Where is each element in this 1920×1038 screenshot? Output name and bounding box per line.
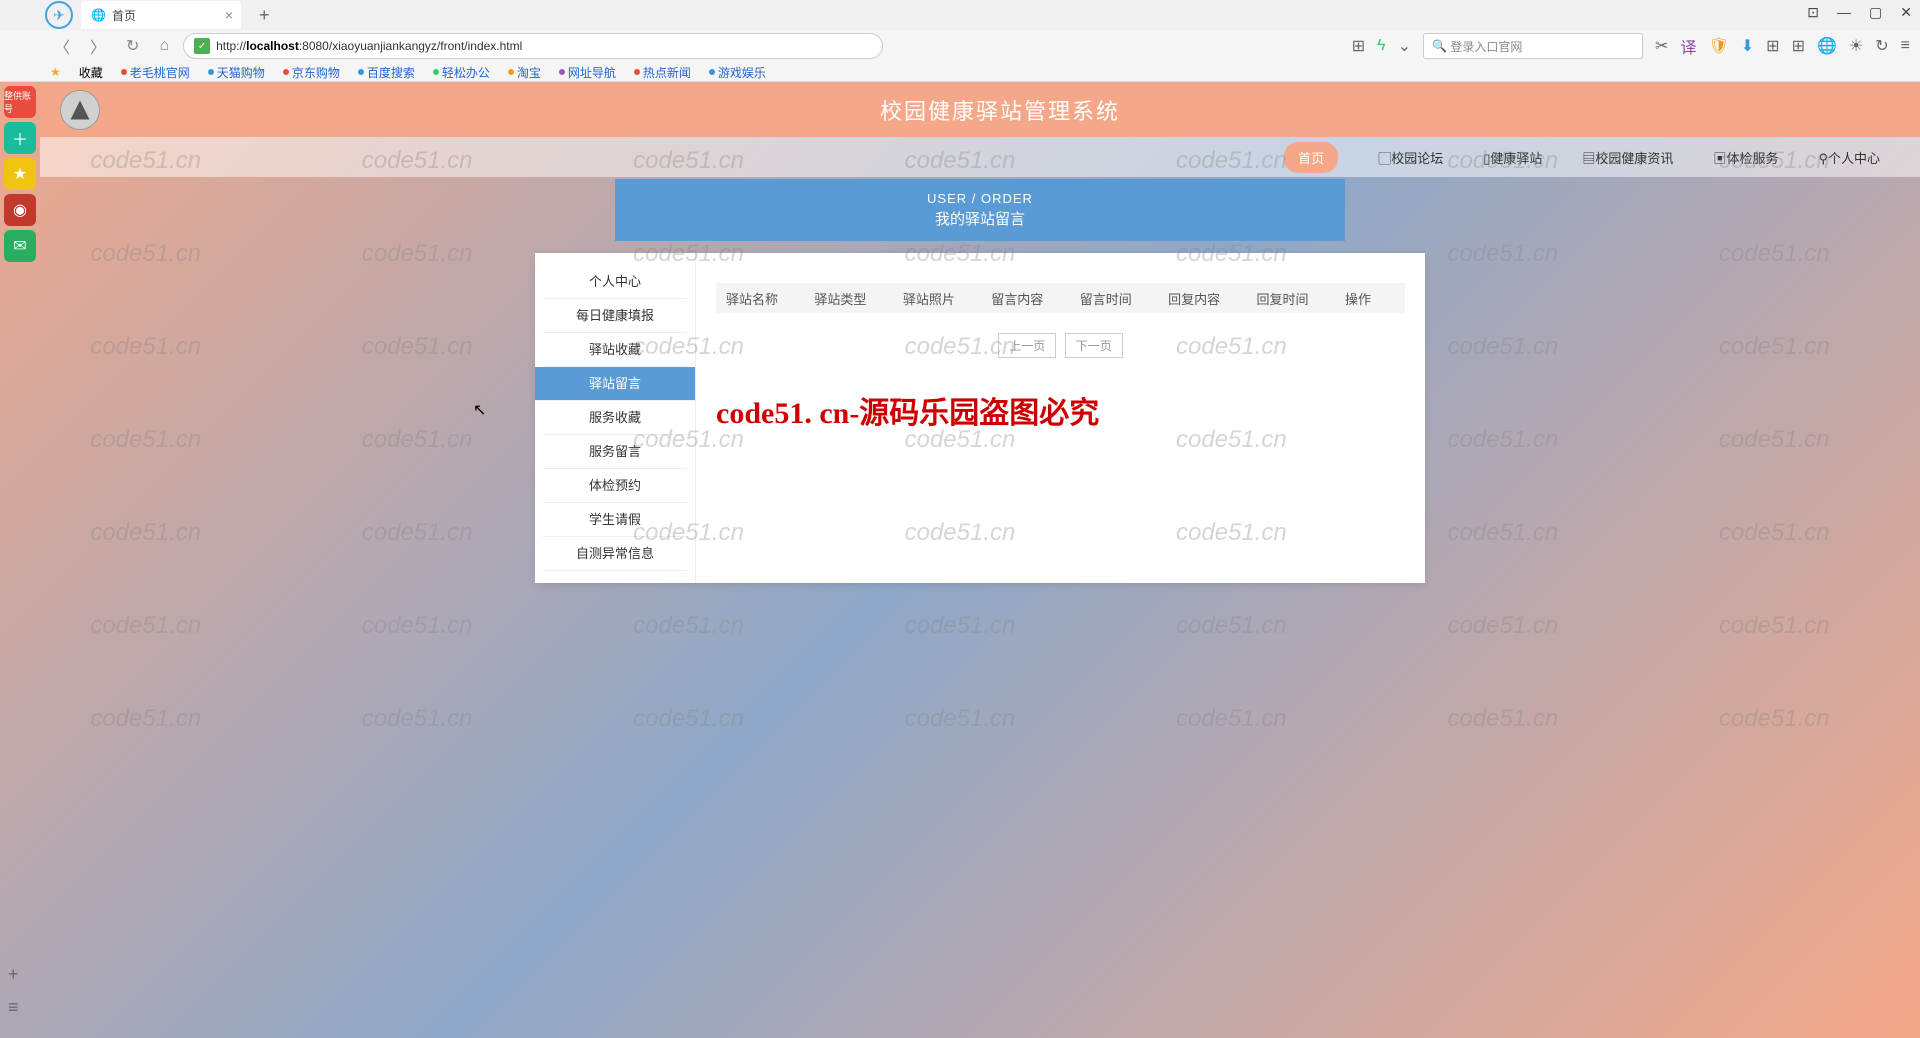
window-extra-icon[interactable]: ⊡ xyxy=(1807,4,1819,21)
apps-icon[interactable]: ⊞ xyxy=(1792,36,1805,56)
left-rail-bottom: + ≡ xyxy=(8,964,19,1018)
rail-badge[interactable]: 整供账号 xyxy=(4,86,36,118)
bookmark-item[interactable]: 京东购物 xyxy=(283,64,340,81)
translate-icon[interactable]: 译 xyxy=(1680,34,1696,58)
bookmark-item[interactable]: 轻松办公 xyxy=(433,64,490,81)
globe-icon: 🌐 xyxy=(91,8,106,22)
menu-profile[interactable]: 个人中心 xyxy=(543,265,687,299)
search-placeholder: 登录入口官网 xyxy=(1450,38,1522,55)
site-header: 校园健康驿站管理系统 xyxy=(40,82,1920,137)
rail-plus-icon[interactable]: ＋ xyxy=(4,122,36,154)
banner-cn: 我的驿站留言 xyxy=(615,208,1345,229)
menu-leave[interactable]: 学生请假 xyxy=(543,503,687,537)
side-menu: 个人中心 每日健康填报 驿站收藏 驿站留言 服务收藏 服务留言 体检预约 学生请… xyxy=(535,253,695,583)
content-main: 驿站名称 驿站类型 驿站照片 留言内容 留言时间 回复内容 回复时间 操作 上一… xyxy=(695,253,1425,583)
rail-star-icon[interactable]: ★ xyxy=(4,158,36,190)
flash-icon[interactable]: ϟ xyxy=(1377,37,1385,55)
tab-strip: ✈ 🌐 首页 × + ⊡ — ▢ ✕ xyxy=(0,0,1920,30)
nav-news[interactable]: ▤校园健康资讯 xyxy=(1582,148,1673,167)
tab-close-icon[interactable]: × xyxy=(225,7,233,23)
menu-station-fav[interactable]: 驿站收藏 xyxy=(543,333,687,367)
menu-service-fav[interactable]: 服务收藏 xyxy=(543,401,687,435)
nav-station[interactable]: ▯健康驿站 xyxy=(1483,148,1542,167)
browser-chrome: ✈ 🌐 首页 × + ⊡ — ▢ ✕ 〈 〉 ↻ ⌂ ✓ http://loca… xyxy=(0,0,1920,82)
bookmark-bar: ★ 收藏 老毛桃官网 天猫购物 京东购物 百度搜索 轻松办公 淘宝 网址导航 热… xyxy=(0,62,1920,82)
menu-selftest[interactable]: 自测异常信息 xyxy=(543,537,687,571)
section-banner: USER / ORDER 我的驿站留言 xyxy=(615,179,1345,241)
next-page-button[interactable]: 下一页 xyxy=(1065,333,1123,358)
bookmark-item[interactable]: 网址导航 xyxy=(559,64,616,81)
bookmark-item[interactable]: 老毛桃官网 xyxy=(121,64,190,81)
qr-icon[interactable]: ⊞ xyxy=(1352,36,1365,56)
puzzle-icon[interactable]: ⊞ xyxy=(1766,36,1779,56)
th-msg: 留言内容 xyxy=(991,289,1079,308)
pager: 上一页 下一页 xyxy=(716,333,1405,358)
chevron-down-icon[interactable]: ⌄ xyxy=(1398,36,1411,56)
menu-daily-report[interactable]: 每日健康填报 xyxy=(543,299,687,333)
address-row: 〈 〉 ↻ ⌂ ✓ http://localhost:8080/xiaoyuan… xyxy=(0,30,1920,62)
forward-button[interactable]: 〉 xyxy=(84,34,112,58)
rail-mail-icon[interactable]: ✉ xyxy=(4,230,36,262)
menu-service-msg[interactable]: 服务留言 xyxy=(543,435,687,469)
site-title: 校园健康驿站管理系统 xyxy=(880,94,1120,126)
search-icon: 🔍 xyxy=(1432,39,1447,53)
th-msgtime: 留言时间 xyxy=(1080,289,1168,308)
banner-en: USER / ORDER xyxy=(615,191,1345,206)
close-window-button[interactable]: ✕ xyxy=(1900,4,1912,21)
refresh-icon[interactable]: ↻ xyxy=(1875,36,1888,56)
left-rail: 整供账号 ＋ ★ ◉ ✉ xyxy=(0,82,40,262)
rail-add-icon[interactable]: + xyxy=(8,964,19,985)
minimize-button[interactable]: — xyxy=(1837,4,1851,21)
download-icon[interactable]: ⬇ xyxy=(1741,36,1754,56)
rail-list-icon[interactable]: ≡ xyxy=(8,997,19,1018)
scissors-icon[interactable]: ✂ xyxy=(1655,36,1668,56)
content-card: 个人中心 每日健康填报 驿站收藏 驿站留言 服务收藏 服务留言 体检预约 学生请… xyxy=(535,253,1425,583)
main-nav: 首页 ▢校园论坛 ▯健康驿站 ▤校园健康资讯 ▣体检服务 ⚲个人中心 xyxy=(40,137,1920,177)
bookmark-item[interactable]: 天猫购物 xyxy=(208,64,265,81)
nav-home[interactable]: 首页 xyxy=(1284,142,1338,173)
bookmark-item[interactable]: 百度搜索 xyxy=(358,64,415,81)
watermark-warning: code51. cn-源码乐园盗图必究 xyxy=(716,388,1405,432)
url-text: http://localhost:8080/xiaoyuanjiankangyz… xyxy=(216,39,522,53)
th-replytime: 回复时间 xyxy=(1257,289,1345,308)
bookmark-item[interactable]: 游戏娱乐 xyxy=(709,64,766,81)
th-reply: 回复内容 xyxy=(1168,289,1256,308)
th-action: 操作 xyxy=(1345,289,1395,308)
th-type: 驿站类型 xyxy=(814,289,902,308)
pinned-tab-icon[interactable]: ✈ xyxy=(45,1,73,29)
address-bar[interactable]: ✓ http://localhost:8080/xiaoyuanjiankang… xyxy=(183,33,883,59)
shield-icon: ✓ xyxy=(194,38,210,54)
nav-exam[interactable]: ▣体检服务 xyxy=(1713,148,1778,167)
menu-exam-book[interactable]: 体检预约 xyxy=(543,469,687,503)
tab-title: 首页 xyxy=(112,7,136,24)
prev-page-button[interactable]: 上一页 xyxy=(998,333,1056,358)
new-tab-button[interactable]: + xyxy=(251,5,278,26)
reload-button[interactable]: ↻ xyxy=(120,36,145,56)
th-photo: 驿站照片 xyxy=(903,289,991,308)
home-button[interactable]: ⌂ xyxy=(153,37,175,55)
maximize-button[interactable]: ▢ xyxy=(1869,4,1882,21)
table-header-row: 驿站名称 驿站类型 驿站照片 留言内容 留言时间 回复内容 回复时间 操作 xyxy=(716,283,1405,313)
bookmark-item[interactable]: 热点新闻 xyxy=(634,64,691,81)
avatar[interactable] xyxy=(60,90,100,130)
search-input[interactable]: 🔍 登录入口官网 xyxy=(1423,33,1643,59)
rail-eye-icon[interactable]: ◉ xyxy=(4,194,36,226)
globe-tool-icon[interactable]: 🌐 xyxy=(1817,36,1837,56)
nav-forum[interactable]: ▢校园论坛 xyxy=(1378,148,1443,167)
th-name: 驿站名称 xyxy=(726,289,814,308)
page-content: 校园健康驿站管理系统 首页 ▢校园论坛 ▯健康驿站 ▤校园健康资讯 ▣体检服务 … xyxy=(40,82,1920,1038)
back-button[interactable]: 〈 xyxy=(48,34,76,58)
favorites-label: 收藏 xyxy=(79,64,103,81)
browser-tab[interactable]: 🌐 首页 × xyxy=(81,1,241,29)
window-controls: ⊡ — ▢ ✕ xyxy=(1807,4,1912,21)
menu-station-msg[interactable]: 驿站留言 xyxy=(535,367,695,401)
menu-icon[interactable]: ≡ xyxy=(1901,37,1910,55)
nav-profile[interactable]: ⚲个人中心 xyxy=(1818,148,1880,167)
sun-icon[interactable]: ☀ xyxy=(1849,36,1863,56)
security-icon[interactable]: 🛡 xyxy=(1708,36,1728,56)
bookmark-item[interactable]: 淘宝 xyxy=(508,64,541,81)
favorites-star-icon[interactable]: ★ xyxy=(50,65,61,79)
